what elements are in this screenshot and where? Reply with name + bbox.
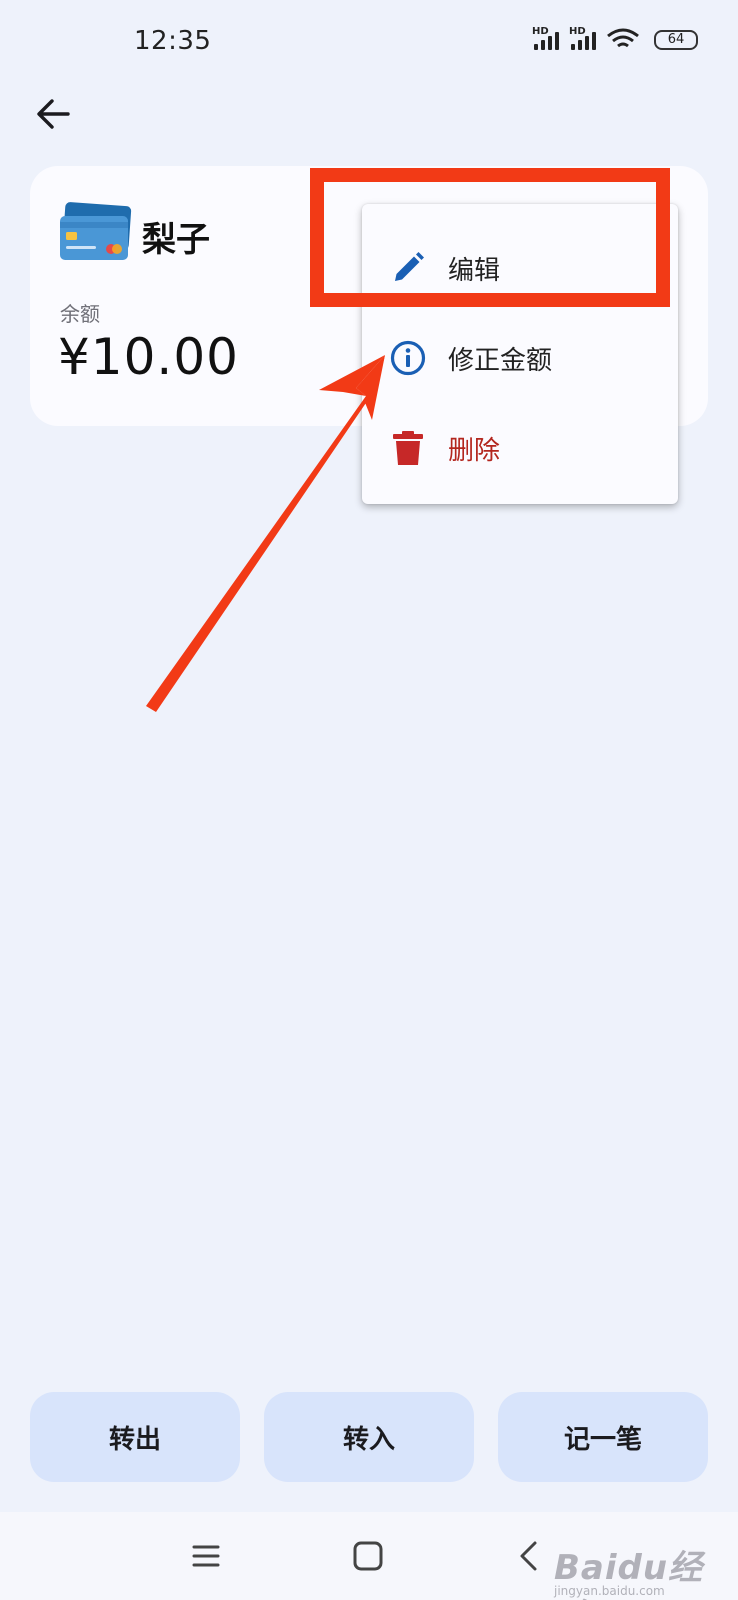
signal-hd-label: HD [532,26,549,37]
balance-value: ¥10.00 [58,328,239,386]
account-detail-screen: 12:35 HD HD 64 梨子 余额 ¥10.00 编辑 修正金额 删除 转… [0,0,738,1600]
status-bar: 12:35 HD HD 64 [0,0,738,84]
info-icon [388,338,428,378]
signal-icon: HD [532,26,559,50]
menu-item-label: 修正金额 [448,345,553,376]
home-icon[interactable] [346,1534,390,1578]
annotation-highlight-box [310,168,670,307]
account-name: 梨子 [142,220,210,260]
status-icons: HD HD 64 [532,26,698,50]
transfer-in-button[interactable]: 转入 [264,1392,474,1482]
balance-label: 余额 [60,302,100,326]
signal-hd-label: HD [569,26,586,37]
baidu-watermark: Baidu经验 jingyan.baidu.com [554,1540,738,1600]
menu-item-label: 删除 [448,435,501,466]
battery-icon: 64 [654,30,698,50]
trash-icon [388,428,428,468]
nav-back-icon[interactable] [508,1534,552,1578]
status-time: 12:35 [134,26,212,56]
record-transaction-button[interactable]: 记一笔 [498,1392,708,1482]
watermark-sub: jingyan.baidu.com [554,1584,665,1598]
recent-apps-icon[interactable] [184,1534,228,1578]
menu-item-correct-amount[interactable]: 修正金额 [362,318,678,398]
credit-card-icon [60,202,132,260]
back-button[interactable] [30,90,78,138]
transfer-out-button[interactable]: 转出 [30,1392,240,1482]
signal-icon: HD [569,26,596,50]
wifi-icon [607,28,639,48]
arrow-left-icon [37,99,70,129]
menu-item-delete[interactable]: 删除 [362,408,678,488]
